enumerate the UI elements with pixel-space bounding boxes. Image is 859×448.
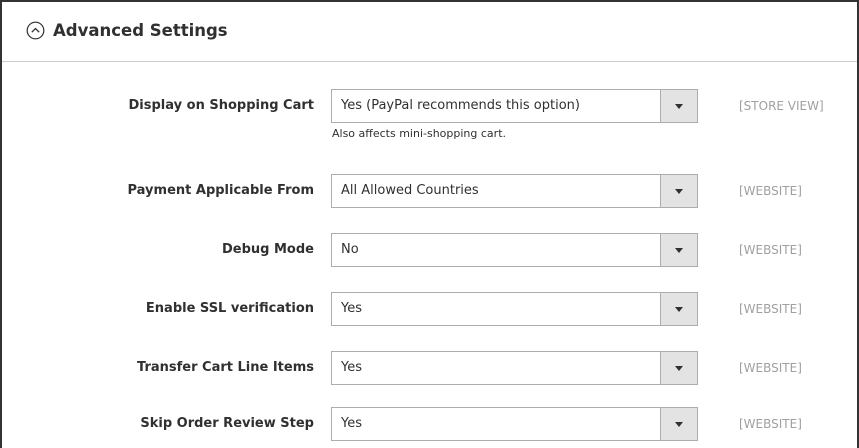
- select-value: All Allowed Countries: [341, 183, 479, 198]
- field-note: Also affects mini-shopping cart.: [332, 127, 507, 140]
- field-row-debug-mode: Debug Mode No [WEBSITE]: [2, 233, 857, 267]
- select-value: Yes: [341, 416, 362, 431]
- select-value: Yes: [341, 360, 362, 375]
- select-value: No: [341, 242, 359, 257]
- field-label: Enable SSL verification: [145, 301, 314, 316]
- field-row-transfer-cart-line-items: Transfer Cart Line Items Yes [WEBSITE]: [2, 351, 857, 385]
- dropdown-arrow-icon[interactable]: [660, 293, 697, 325]
- field-row-skip-order-review-step: Skip Order Review Step Yes [WEBSITE]: [2, 407, 857, 441]
- field-label: Transfer Cart Line Items: [137, 360, 314, 375]
- dropdown-arrow-icon[interactable]: [660, 90, 697, 122]
- collapse-circle-icon[interactable]: [26, 21, 45, 40]
- select-value: Yes (PayPal recommends this option): [341, 98, 580, 113]
- skip-order-review-step-select[interactable]: Yes: [331, 407, 698, 441]
- field-label: Display on Shopping Cart: [128, 98, 314, 113]
- section-title: Advanced Settings: [53, 21, 228, 40]
- advanced-settings-header[interactable]: Advanced Settings: [2, 2, 857, 62]
- field-label: Skip Order Review Step: [140, 416, 314, 431]
- dropdown-arrow-icon[interactable]: [660, 234, 697, 266]
- payment-applicable-from-select[interactable]: All Allowed Countries: [331, 174, 698, 208]
- select-value: Yes: [341, 301, 362, 316]
- scope-label: [STORE VIEW]: [739, 99, 824, 113]
- dropdown-arrow-icon[interactable]: [660, 175, 697, 207]
- scope-label: [WEBSITE]: [739, 417, 802, 431]
- scope-label: [WEBSITE]: [739, 243, 802, 257]
- enable-ssl-verification-select[interactable]: Yes: [331, 292, 698, 326]
- scope-label: [WEBSITE]: [739, 302, 802, 316]
- scope-label: [WEBSITE]: [739, 184, 802, 198]
- display-on-shopping-cart-select[interactable]: Yes (PayPal recommends this option): [331, 89, 698, 123]
- field-row-display-on-shopping-cart: Display on Shopping Cart Yes (PayPal rec…: [2, 89, 857, 123]
- dropdown-arrow-icon[interactable]: [660, 352, 697, 384]
- field-row-enable-ssl-verification: Enable SSL verification Yes [WEBSITE]: [2, 292, 857, 326]
- debug-mode-select[interactable]: No: [331, 233, 698, 267]
- field-row-payment-applicable-from: Payment Applicable From All Allowed Coun…: [2, 174, 857, 208]
- dropdown-arrow-icon[interactable]: [660, 408, 697, 440]
- advanced-settings-panel: Advanced Settings Display on Shopping Ca…: [0, 0, 859, 448]
- field-label: Payment Applicable From: [127, 183, 315, 198]
- transfer-cart-line-items-select[interactable]: Yes: [331, 351, 698, 385]
- field-label: Debug Mode: [222, 242, 314, 257]
- scope-label: [WEBSITE]: [739, 361, 802, 375]
